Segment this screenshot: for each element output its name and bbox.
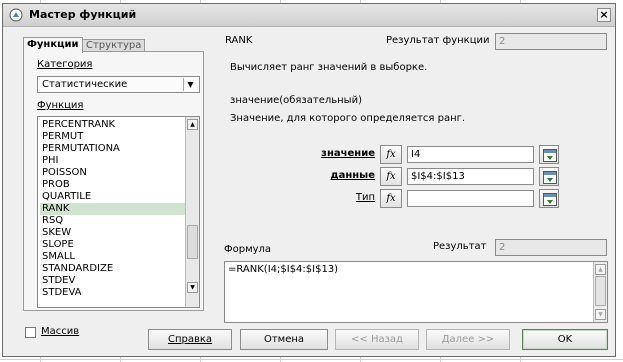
arg-value-input[interactable]: I4 [407,146,534,163]
array-checkbox[interactable] [25,327,36,338]
list-item[interactable]: STDEV [40,275,187,287]
function-list-scrollbar[interactable]: ▲ ▼ [185,117,199,307]
function-result-label: Результат функции [386,35,490,46]
chevron-down-icon[interactable]: ▼ [183,78,197,91]
list-item[interactable]: PERCENTRANK [40,119,187,131]
list-item[interactable]: STANDARDIZE [40,263,187,275]
formula-label: Формула [224,244,272,255]
shrink-dialog-button[interactable] [539,145,559,164]
array-label: Массив [41,326,80,337]
scrollbar-thumb[interactable] [187,225,198,259]
list-item[interactable]: QUARTILE [40,191,187,203]
arg-data-text: $I$4:$I$13 [411,171,465,182]
formula-text: =RANK(I4;$I$4:$I$13) [228,264,339,275]
function-description: Вычисляет ранг значений в выборке. [230,62,428,73]
function-list[interactable]: PERCENTRANK PERMUT PERMUTATIONA PHI POIS… [37,116,200,308]
scrollbar-thumb[interactable] [595,276,606,306]
ok-button-label: OK [557,334,573,345]
scroll-down-icon[interactable]: ▼ [595,309,606,320]
list-item[interactable]: PERMUT [40,131,187,143]
list-item-selected[interactable]: RANK [40,203,187,215]
cancel-button[interactable]: Отмена [240,329,328,350]
close-button[interactable]: × [597,8,611,22]
fx-icon[interactable]: fx [380,189,402,208]
next-button[interactable]: Далее >> [426,329,510,350]
list-item[interactable]: POISSON [40,167,187,179]
shrink-dialog-button[interactable] [539,189,559,208]
arg-value-text: I4 [411,149,421,160]
shrink-icon [543,171,557,184]
scroll-down-icon[interactable]: ▼ [187,282,198,293]
tab-functions[interactable]: Функции [23,37,83,53]
scroll-up-icon[interactable]: ▲ [595,264,606,275]
category-label: Категория [37,59,93,70]
sheet-gridline [0,359,623,360]
back-button[interactable]: << Назад [335,329,419,350]
title-bar[interactable]: Мастер функций × [3,4,615,27]
app-icon [9,8,23,22]
function-name: RANK [225,35,253,46]
scroll-up-icon[interactable]: ▲ [187,119,198,130]
formula-result-value: 2 [499,242,506,253]
fx-icon[interactable]: fx [380,145,402,164]
arg-label-type: Тип [355,192,375,203]
category-select[interactable]: Статистические ▼ [37,76,200,93]
window-title: Мастер функций [29,8,137,21]
function-result-value: 2 [499,36,506,47]
help-button-label: Справка [167,334,213,345]
list-item[interactable]: PERMUTATIONA [40,143,187,155]
function-wizard-dialog: Мастер функций × Функции Структура Катег… [2,3,616,357]
list-item[interactable]: SKEW [40,227,187,239]
formula-editor[interactable]: =RANK(I4;$I$4:$I$13) ▲ ▼ [224,261,608,323]
ok-button[interactable]: OK [522,329,608,350]
shrink-dialog-button[interactable] [539,167,559,186]
formula-result-field: 2 [495,239,607,256]
list-item[interactable]: PHI [40,155,187,167]
list-item[interactable]: PROB [40,179,187,191]
arg-label-data: данные [330,170,375,181]
list-item[interactable]: STDEVA [40,287,187,299]
arg-type-input[interactable] [407,190,534,207]
param-description: Значение, для которого определяется ранг… [230,113,466,124]
shrink-icon [543,149,557,162]
list-item[interactable]: RSQ [40,215,187,227]
next-button-label: Далее >> [441,334,495,345]
formula-result-label: Результат [433,241,487,252]
arg-data-input[interactable]: $I$4:$I$13 [407,168,534,185]
fx-icon[interactable]: fx [380,167,402,186]
formula-scrollbar[interactable]: ▲ ▼ [593,262,607,322]
param-heading: значение(обязательный) [230,95,362,106]
category-value: Статистические [42,79,128,90]
help-button[interactable]: Справка [148,329,232,350]
list-item[interactable]: SMALL [40,251,187,263]
list-item[interactable]: SLOPE [40,239,187,251]
shrink-icon [543,193,557,206]
cancel-button-label: Отмена [263,334,305,345]
arg-label-value: значение [321,148,375,159]
function-label: Функция [37,100,84,111]
back-button-label: << Назад [351,334,403,345]
function-result-field: 2 [495,33,607,50]
